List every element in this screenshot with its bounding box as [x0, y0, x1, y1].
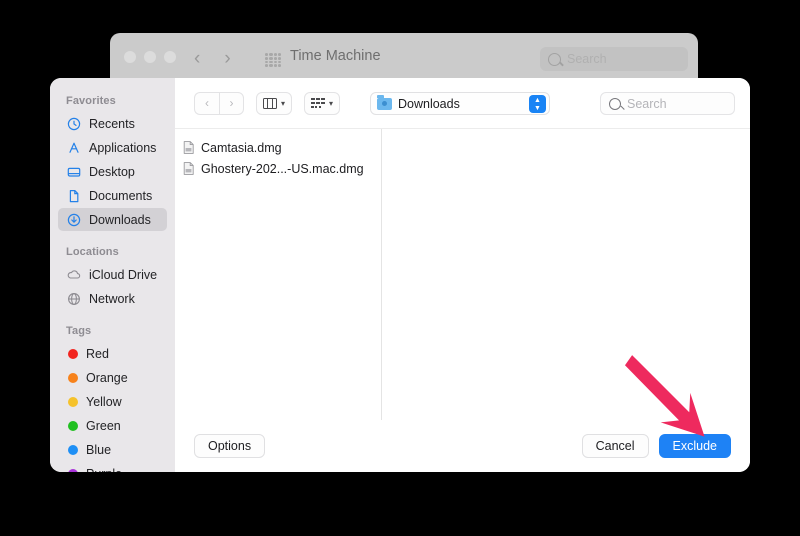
sidebar-item-tag-yellow[interactable]: Yellow: [58, 390, 167, 413]
document-icon: [66, 188, 81, 203]
sidebar-item-label: Green: [86, 419, 121, 433]
sidebar-item-tag-red[interactable]: Red: [58, 342, 167, 365]
close-button[interactable]: [124, 51, 136, 63]
window-title: Time Machine: [290, 48, 381, 64]
tag-dot-icon: [68, 445, 78, 455]
file-browser: Camtasia.dmg Ghostery-202...-US.mac.dmg: [175, 128, 750, 420]
chevron-down-icon: ▾: [329, 100, 333, 108]
dialog-main-pane: ‹ › ▾ ▾ Downloads: [175, 78, 750, 472]
sidebar-section-header-tags: Tags: [50, 311, 175, 341]
zoom-button[interactable]: [164, 51, 176, 63]
sidebar-item-label: Purple: [86, 467, 122, 473]
sidebar-item-label: Orange: [86, 371, 128, 385]
sidebar-item-label: Yellow: [86, 395, 122, 409]
list-item[interactable]: Ghostery-202...-US.mac.dmg: [175, 158, 381, 179]
sidebar-item-label: iCloud Drive: [89, 268, 157, 282]
downloads-folder-icon: [377, 98, 392, 110]
cloud-icon: [66, 267, 81, 282]
sidebar-item-label: Downloads: [89, 213, 151, 227]
sidebar-item-desktop[interactable]: Desktop: [58, 160, 167, 183]
grid-view-icon[interactable]: [265, 53, 281, 67]
file-list-column[interactable]: Camtasia.dmg Ghostery-202...-US.mac.dmg: [175, 129, 382, 420]
view-mode-button[interactable]: ▾: [256, 92, 292, 115]
group-by-icon: [311, 98, 325, 109]
tag-dot-icon: [68, 469, 78, 473]
network-icon: [66, 291, 81, 306]
dialog-action-buttons: Cancel Exclude: [582, 434, 731, 458]
sidebar-item-documents[interactable]: Documents: [58, 184, 167, 207]
sidebar-item-label: Desktop: [89, 165, 135, 179]
disk-image-icon: [183, 162, 194, 175]
dialog-toolbar: ‹ › ▾ ▾ Downloads: [175, 78, 750, 128]
search-icon: [609, 98, 621, 110]
window-search-placeholder: Search: [567, 52, 607, 66]
applications-icon: [66, 140, 81, 155]
search-placeholder: Search: [627, 97, 667, 111]
exclude-files-dialog: Favorites Recents Applications Desktop D…: [50, 78, 750, 472]
disk-image-icon: [183, 141, 194, 154]
minimize-button[interactable]: [144, 51, 156, 63]
file-name: Camtasia.dmg: [201, 141, 282, 155]
preview-column: [382, 129, 750, 420]
options-button[interactable]: Options: [194, 434, 265, 458]
sidebar-item-label: Network: [89, 292, 135, 306]
back-button[interactable]: ‹: [194, 92, 219, 115]
path-popup-button[interactable]: Downloads ▲ ▼: [370, 92, 550, 115]
sidebar-item-label: Blue: [86, 443, 111, 457]
chevron-up-icon: ▲: [534, 97, 541, 104]
sidebar-item-recents[interactable]: Recents: [58, 112, 167, 135]
column-view-icon: [263, 98, 277, 109]
window-search-field[interactable]: Search: [540, 47, 688, 71]
dialog-bottom-bar: Options Cancel Exclude: [175, 420, 750, 472]
chevron-left-icon: ‹: [205, 96, 209, 110]
sidebar-item-applications[interactable]: Applications: [58, 136, 167, 159]
sidebar-item-tag-green[interactable]: Green: [58, 414, 167, 437]
nav-button-group[interactable]: ‹ ›: [194, 92, 244, 115]
window-nav-buttons[interactable]: ‹ ›: [194, 45, 231, 73]
chevron-down-icon: ▼: [534, 105, 541, 112]
back-icon[interactable]: ‹: [194, 45, 200, 73]
sidebar-section-header-locations: Locations: [50, 232, 175, 262]
tag-dot-icon: [68, 421, 78, 431]
forward-button[interactable]: ›: [219, 92, 244, 115]
search-icon: [548, 53, 561, 66]
sidebar-item-label: Recents: [89, 117, 135, 131]
window-traffic-lights[interactable]: [124, 51, 176, 63]
file-name: Ghostery-202...-US.mac.dmg: [201, 162, 364, 176]
exclude-button[interactable]: Exclude: [659, 434, 731, 458]
sidebar: Favorites Recents Applications Desktop D…: [50, 78, 175, 472]
cancel-button[interactable]: Cancel: [582, 434, 649, 458]
desktop-icon: [66, 164, 81, 179]
path-popup-label: Downloads: [398, 97, 460, 111]
sidebar-item-label: Applications: [89, 141, 156, 155]
sidebar-section-header-favorites: Favorites: [50, 89, 175, 111]
list-item[interactable]: Camtasia.dmg: [175, 137, 381, 158]
group-by-button[interactable]: ▾: [304, 92, 340, 115]
search-input[interactable]: Search: [600, 92, 735, 115]
sidebar-item-label: Documents: [89, 189, 152, 203]
path-stepper[interactable]: ▲ ▼: [529, 95, 546, 113]
tag-dot-icon: [68, 397, 78, 407]
tag-dot-icon: [68, 373, 78, 383]
tag-dot-icon: [68, 349, 78, 359]
sidebar-item-network[interactable]: Network: [58, 287, 167, 310]
chevron-down-icon: ▾: [281, 100, 285, 108]
sidebar-item-tag-blue[interactable]: Blue: [58, 438, 167, 461]
sidebar-item-tag-purple[interactable]: Purple: [58, 462, 167, 472]
forward-icon[interactable]: ›: [224, 45, 230, 73]
sidebar-item-label: Red: [86, 347, 109, 361]
sidebar-item-downloads[interactable]: Downloads: [58, 208, 167, 231]
sidebar-item-tag-orange[interactable]: Orange: [58, 366, 167, 389]
downloads-icon: [66, 212, 81, 227]
sidebar-item-icloud-drive[interactable]: iCloud Drive: [58, 263, 167, 286]
chevron-right-icon: ›: [230, 96, 234, 110]
clock-icon: [66, 116, 81, 131]
